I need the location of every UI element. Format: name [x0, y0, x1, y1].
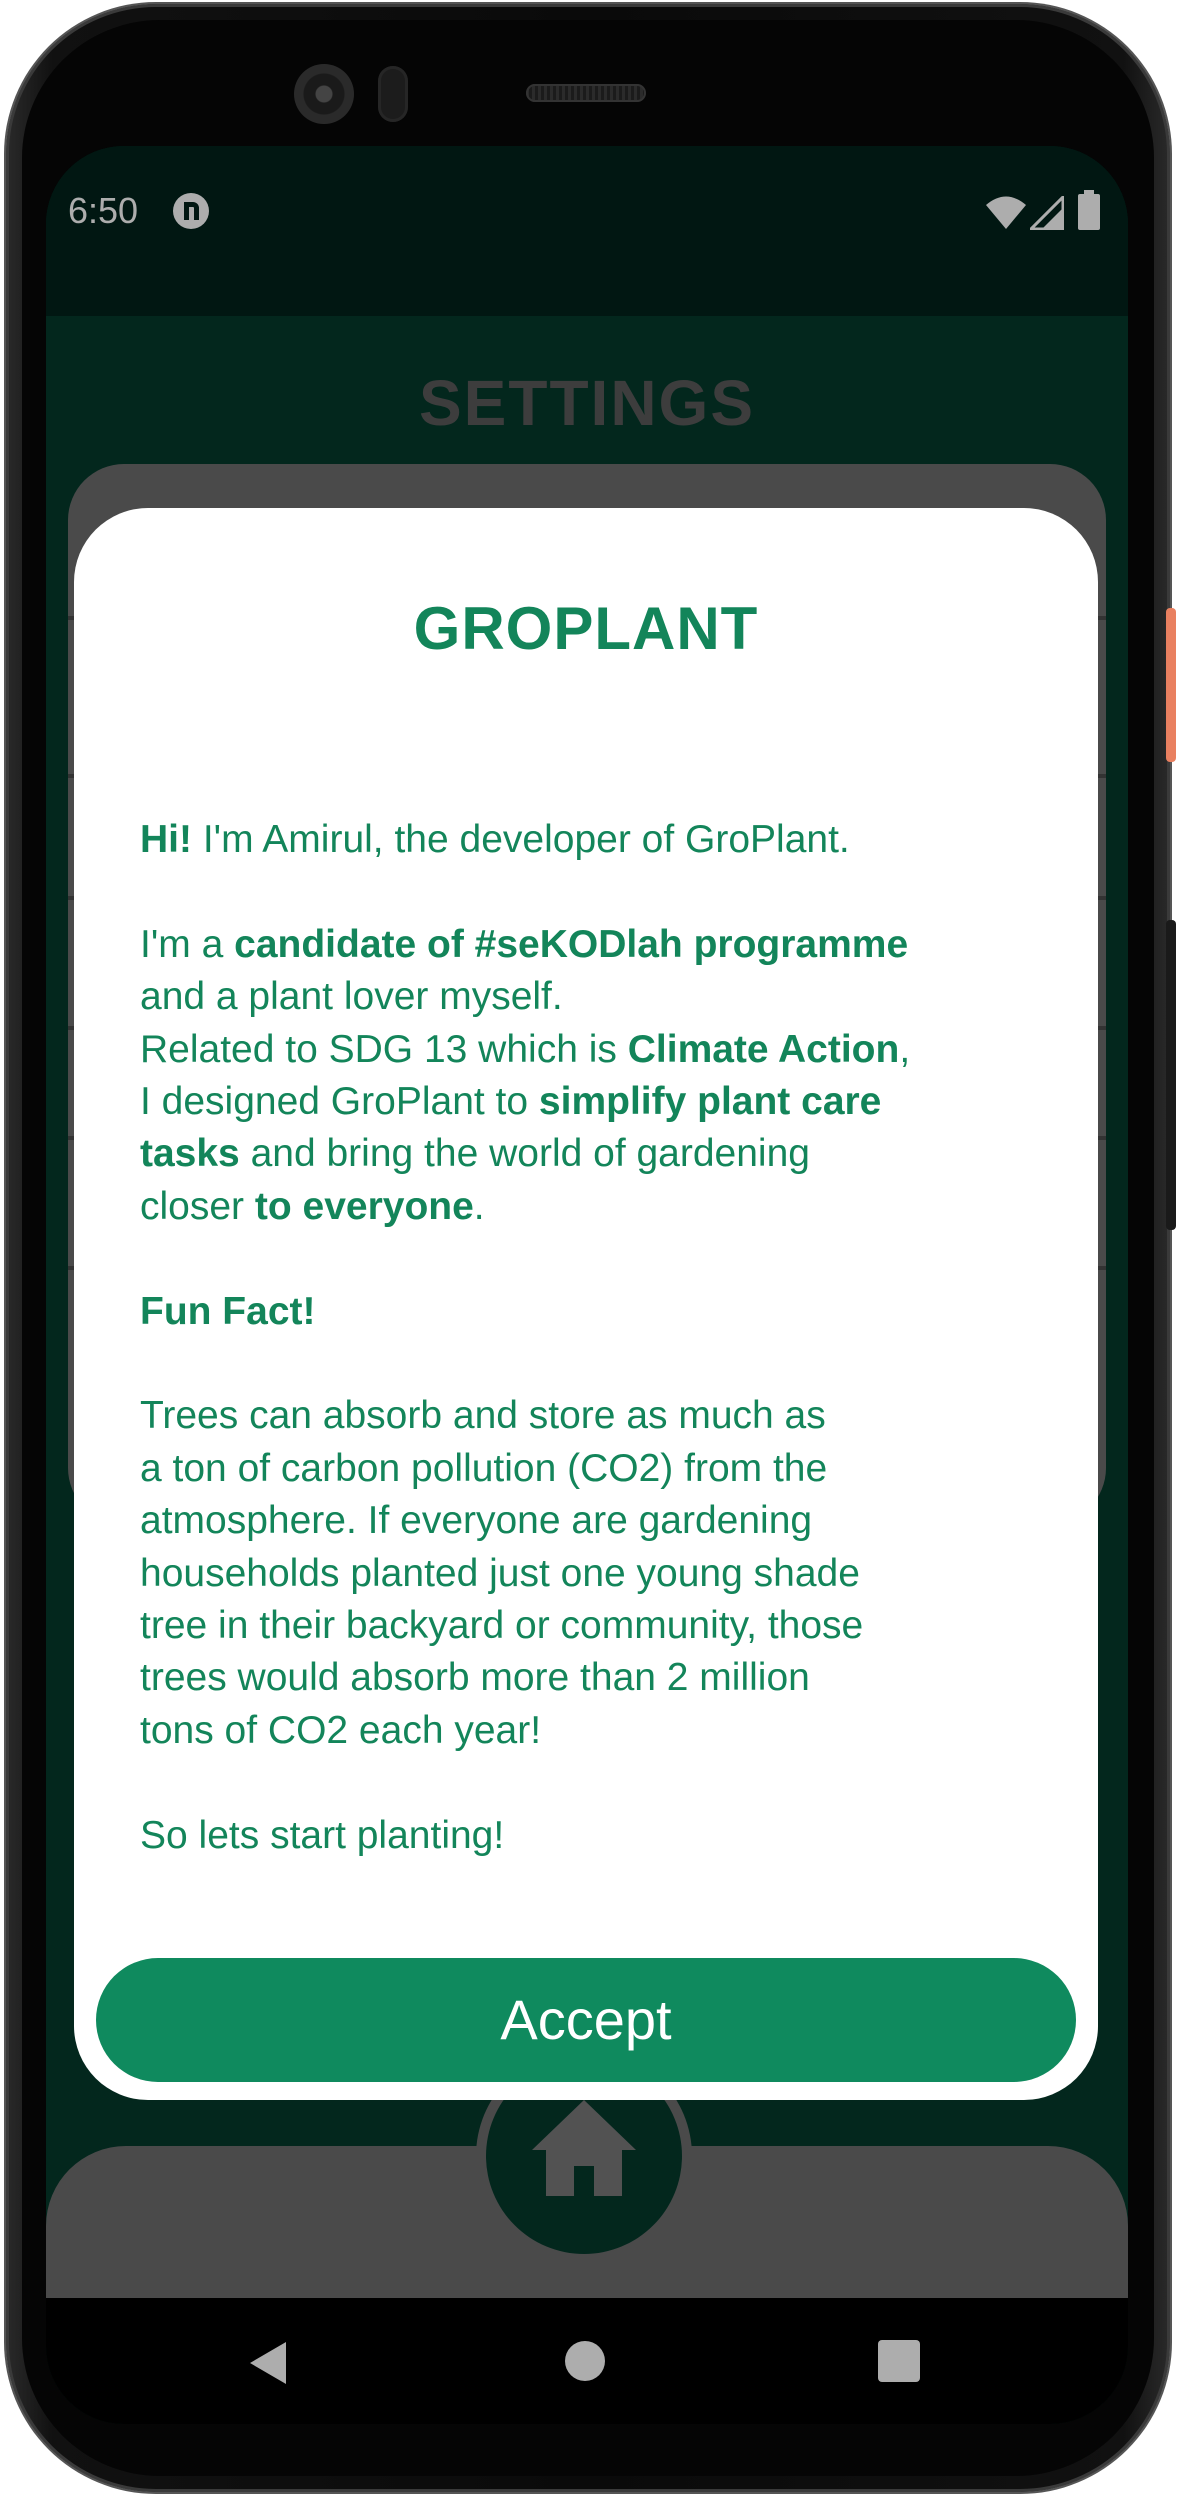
- fun-fact-line: trees would absorb more than 2 million: [140, 1656, 810, 1700]
- intro-bold: simplify plant care: [538, 1080, 882, 1124]
- proximity-sensor: [378, 66, 408, 122]
- home-icon: [532, 2100, 636, 2196]
- status-time: 6:50: [68, 190, 139, 231]
- fun-fact-line: households planted just one young shade: [140, 1551, 860, 1595]
- fun-fact-paragraph: Trees can absorb and store as much as a t…: [140, 1390, 1040, 1757]
- home-circle-icon[interactable]: [564, 2340, 606, 2382]
- dialog-title: GROPLANT: [413, 595, 759, 662]
- recents-icon[interactable]: [878, 2340, 920, 2382]
- dialog-body: Hi! I'm Amirul, the developer of GroPlan…: [140, 814, 1040, 1914]
- intro-text: ,: [899, 1027, 911, 1071]
- greeting-bold: Hi!: [140, 818, 192, 861]
- page-title: SETTINGS: [418, 367, 756, 439]
- earpiece-speaker: [526, 84, 646, 102]
- status-bar: 6:50: [46, 146, 1128, 316]
- intro-text: I'm a: [140, 922, 235, 966]
- signal-icon: [1030, 196, 1064, 230]
- fun-fact-line: tons of CO2 each year!: [140, 1708, 542, 1752]
- back-icon[interactable]: [248, 2340, 288, 2386]
- fun-fact-heading: Fun Fact!: [140, 1286, 1040, 1338]
- intro-text: and a plant lover myself.: [140, 975, 563, 1019]
- about-dialog: GROPLANT Hi! I'm Amirul, the developer o…: [74, 508, 1098, 2100]
- closing-text: So lets start planting!: [140, 1813, 505, 1857]
- intro-bold: to everyone: [254, 1184, 474, 1228]
- volume-button: [1166, 920, 1176, 1230]
- fun-fact-title: Fun Fact!: [140, 1289, 316, 1333]
- intro-text: I designed GroPlant to: [140, 1080, 539, 1124]
- intro-text: closer: [140, 1184, 255, 1228]
- fun-fact-line: a ton of carbon pollution (CO2) from the: [140, 1446, 828, 1490]
- greeting-text: I'm Amirul, the developer of GroPlant.: [192, 818, 850, 861]
- power-button: [1166, 608, 1176, 762]
- greeting-paragraph: Hi! I'm Amirul, the developer of GroPlan…: [140, 814, 1040, 866]
- wifi-icon: [986, 196, 1026, 229]
- intro-bold: candidate of #seKODlah programme: [234, 922, 909, 966]
- front-camera: [294, 64, 354, 124]
- intro-text: and bring the world of gardening: [239, 1132, 810, 1176]
- app-notification-icon: [173, 193, 209, 229]
- fun-fact-line: atmosphere. If everyone are gardening: [140, 1499, 813, 1543]
- fun-fact-line: Trees can absorb and store as much as: [140, 1394, 826, 1438]
- accept-button[interactable]: Accept: [96, 1958, 1076, 2082]
- fun-fact-line: tree in their backyard or community, tho…: [140, 1604, 864, 1648]
- intro-paragraph: I'm a candidate of #seKODlah programme an…: [140, 919, 1040, 1233]
- closing-paragraph: So lets start planting!: [140, 1810, 1040, 1862]
- intro-text: Related to SDG 13 which is: [140, 1027, 628, 1071]
- intro-text: .: [473, 1184, 485, 1228]
- battery-icon: [1078, 190, 1100, 230]
- system-nav-bar: [46, 2298, 1128, 2424]
- intro-bold: Climate Action: [627, 1027, 900, 1071]
- intro-bold: tasks: [140, 1132, 240, 1176]
